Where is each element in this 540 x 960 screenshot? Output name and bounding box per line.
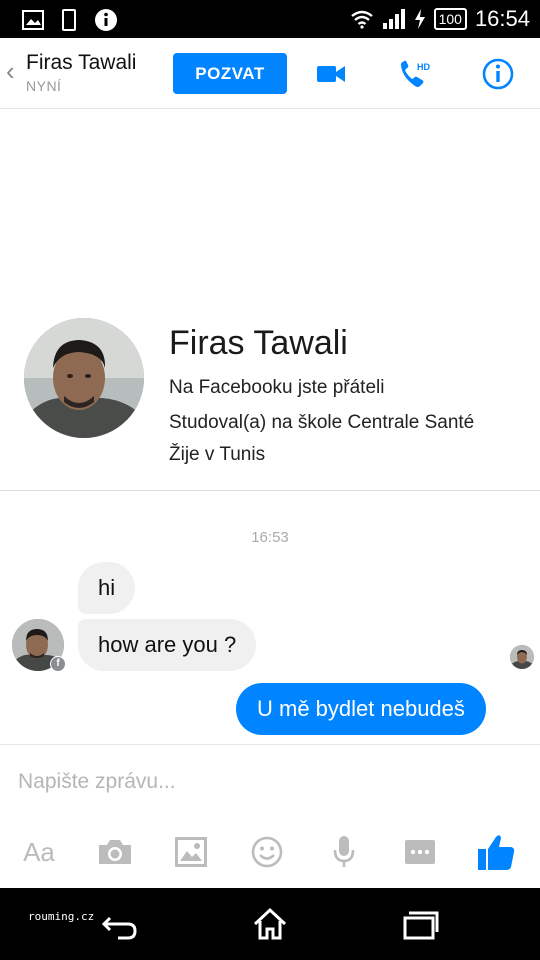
charging-icon — [414, 9, 425, 29]
image-icon — [22, 10, 44, 30]
profile-divider — [0, 490, 540, 491]
emoji-icon[interactable] — [245, 830, 289, 874]
status-bar: 100 16:54 — [0, 0, 540, 38]
message-bubble-outgoing[interactable]: U mě bydlet nebudeš — [236, 683, 486, 735]
info-icon — [95, 9, 117, 31]
wifi-icon — [350, 10, 373, 29]
text-format-icon[interactable]: Aa — [17, 830, 61, 874]
thumbs-up-icon[interactable] — [474, 830, 518, 874]
facebook-badge-icon: f — [50, 656, 66, 672]
phone-outline-icon — [62, 9, 76, 31]
profile-location-line: Žije v Tunis — [169, 444, 266, 465]
camera-icon[interactable] — [93, 830, 137, 874]
battery-level: 100 — [433, 8, 467, 30]
profile-friendship-line: Na Facebooku jste přáteli — [169, 377, 385, 398]
watermark: rouming.cz — [28, 910, 95, 923]
message-bubble-incoming[interactable]: how are you ? — [78, 619, 257, 671]
signal-icon — [382, 9, 405, 29]
back-chevron-icon[interactable]: ‹ — [6, 56, 15, 87]
invite-button[interactable]: POZVAT — [173, 53, 287, 94]
contact-avatar-large[interactable] — [24, 318, 144, 438]
composer-divider — [0, 744, 540, 745]
message-bubble-incoming[interactable]: hi — [78, 562, 136, 614]
clock: 16:54 — [474, 6, 530, 31]
hd-call-icon[interactable]: HD — [397, 57, 431, 91]
svg-text:HD: HD — [417, 62, 430, 72]
system-nav-bar: rouming.cz — [0, 888, 540, 960]
gallery-icon[interactable] — [169, 830, 213, 874]
conversation-header: ‹ Firas Tawali NYNÍ POZVAT HD — [0, 38, 540, 109]
microphone-icon[interactable] — [322, 830, 366, 874]
contact-name[interactable]: Firas Tawali — [26, 51, 136, 75]
back-nav-icon[interactable] — [100, 904, 140, 944]
contact-status: NYNÍ — [26, 78, 62, 94]
video-call-icon[interactable] — [314, 57, 348, 91]
message-input[interactable] — [18, 766, 518, 798]
recents-nav-icon[interactable] — [400, 904, 440, 944]
read-receipt-avatar — [510, 645, 534, 669]
message-timestamp: 16:53 — [251, 529, 289, 546]
profile-name: Firas Tawali — [169, 324, 348, 362]
home-nav-icon[interactable] — [250, 904, 290, 944]
composer-toolbar: Aa — [0, 830, 540, 876]
info-icon[interactable] — [481, 57, 515, 91]
more-icon[interactable] — [398, 830, 442, 874]
profile-education-line: Studoval(a) na škole Centrale Santé — [169, 412, 475, 433]
